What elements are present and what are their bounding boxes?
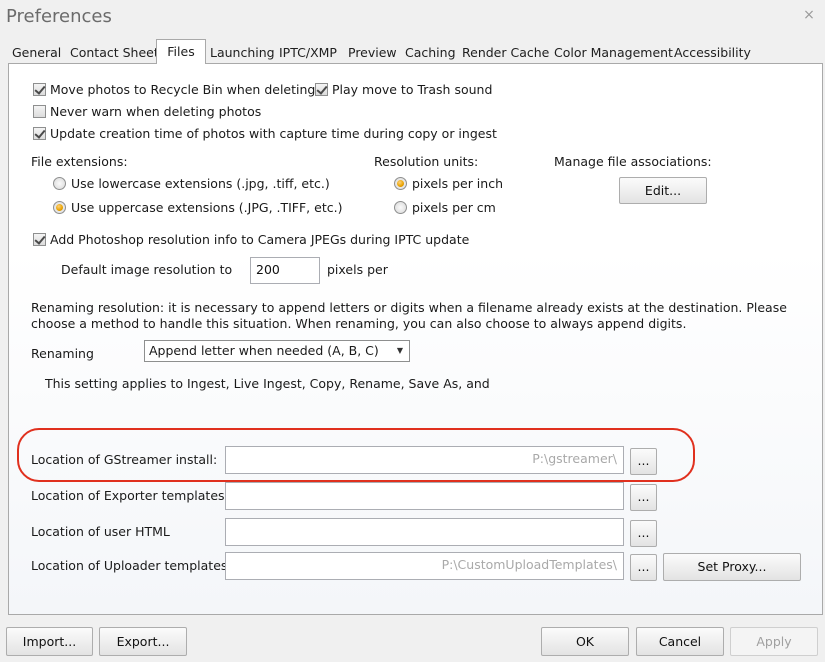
export-button[interactable]: Export... [99,627,187,656]
gstreamer-browse-button[interactable]: ... [630,448,657,475]
gstreamer-path-input[interactable]: P:\gstreamer\ [225,446,624,474]
trash-sound-checkbox[interactable] [315,83,328,96]
chevron-down-icon: ▼ [396,346,403,355]
renaming-select[interactable]: Append letter when needed (A, B, C) ▼ [144,340,410,362]
renaming-label: Renaming [31,346,94,361]
renaming-selected-value: Append letter when needed (A, B, C) [149,343,379,358]
recycle-bin-checkbox[interactable] [33,83,46,96]
exporter-path-input[interactable] [225,482,624,510]
renaming-description-line2: choose a method to handle this situation… [31,316,687,331]
default-resolution-input[interactable]: 200 [250,257,320,284]
tab-general[interactable]: General [12,43,61,63]
default-resolution-label: Default image resolution to [61,262,233,277]
pixels-per-cm-label: pixels per cm [412,200,496,215]
tab-color-management[interactable]: Color Management [554,43,673,63]
update-creation-label: Update creation time of photos with capt… [50,126,497,141]
exporter-browse-button[interactable]: ... [630,484,657,511]
recycle-bin-label: Move photos to Recycle Bin when deleting [50,82,316,97]
tab-render-cache[interactable]: Render Cache [462,43,549,63]
window-title: Preferences [6,6,112,27]
close-icon[interactable]: × [801,7,817,23]
uppercase-label: Use uppercase extensions (.JPG, .TIFF, e… [71,200,343,215]
update-creation-checkbox[interactable] [33,127,46,140]
apply-button[interactable]: Apply [730,627,818,656]
pixels-per-cm-radio[interactable] [394,201,407,214]
file-extensions-heading: File extensions: [31,154,128,169]
file-associations-heading: Manage file associations: [554,154,712,169]
gstreamer-label: Location of GStreamer install: [31,452,218,467]
tab-contact-sheet[interactable]: Contact Sheet [70,43,159,63]
photoshop-res-label: Add Photoshop resolution info to Camera … [50,232,470,247]
user-html-label: Location of user HTML [31,524,170,539]
tab-launching[interactable]: Launching [210,43,275,63]
uploader-browse-button[interactable]: ... [630,554,657,581]
trash-sound-label: Play move to Trash sound [332,82,493,97]
photoshop-res-checkbox[interactable] [33,233,46,246]
pixels-per-inch-label: pixels per inch [412,176,503,191]
import-button[interactable]: Import... [6,627,93,656]
uploader-path-input[interactable]: P:\CustomUploadTemplates\ [225,552,624,580]
tab-accessibility[interactable]: Accessibility [674,43,751,63]
never-warn-checkbox[interactable] [33,105,46,118]
user-html-path-input[interactable] [225,518,624,546]
user-html-browse-button[interactable]: ... [630,520,657,547]
pixels-per-label: pixels per [327,262,388,277]
pixels-per-inch-radio[interactable] [394,177,407,190]
exporter-label: Location of Exporter templates: [31,488,229,503]
ok-button[interactable]: OK [541,627,629,656]
uploader-label: Location of Uploader templates: [31,558,232,573]
renaming-note: This setting applies to Ingest, Live Ing… [45,376,490,391]
resolution-units-heading: Resolution units: [374,154,479,169]
set-proxy-button[interactable]: Set Proxy... [663,553,801,581]
cancel-button[interactable]: Cancel [636,627,724,656]
renaming-description-line1: Renaming resolution: it is necessary to … [31,300,787,315]
edit-associations-button[interactable]: Edit... [619,177,707,204]
lowercase-label: Use lowercase extensions (.jpg, .tiff, e… [71,176,330,191]
lowercase-radio[interactable] [53,177,66,190]
tab-iptc-xmp[interactable]: IPTC/XMP [279,43,337,63]
tab-preview[interactable]: Preview [348,43,397,63]
tab-files[interactable]: Files [156,39,206,64]
uppercase-radio[interactable] [53,201,66,214]
tab-caching[interactable]: Caching [405,43,456,63]
never-warn-label: Never warn when deleting photos [50,104,262,119]
